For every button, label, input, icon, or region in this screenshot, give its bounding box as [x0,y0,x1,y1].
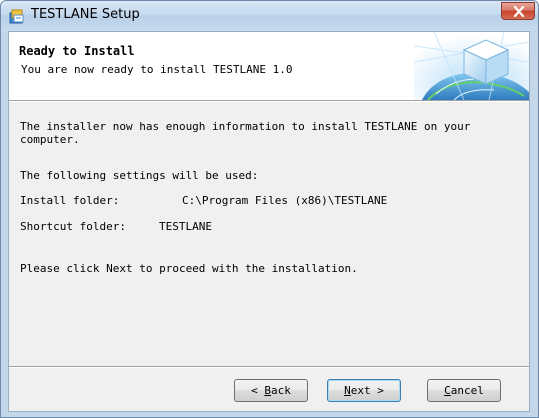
next-button[interactable]: Next > [327,379,401,402]
cancel-button-mnemonic: C [444,384,451,397]
shortcut-folder-value: TESTLANE [159,220,212,233]
settings-heading: The following settings will be used: [20,169,259,182]
installer-app-icon [9,8,25,24]
page-subtitle: You are now ready to install TESTLANE 1.… [21,63,293,76]
close-icon [513,6,525,17]
next-button-mnemonic: N [344,384,351,397]
dialog-client-area: Ready to Install You are now ready to in… [8,31,530,412]
wizard-header: Ready to Install You are now ready to in… [9,32,529,101]
install-folder-value: C:\Program Files (x86)\TESTLANE [182,194,388,207]
page-title: Ready to Install [19,44,135,58]
footer-separator-highlight [9,367,529,368]
back-button-rest: ack [271,384,291,397]
header-divider [9,101,529,102]
window-title: TESTLANE Setup [31,7,140,22]
intro-text-line-1: The installer now has enough information… [20,120,471,133]
installer-globe-graphic [414,32,529,100]
proceed-instruction: Please click Next to proceed with the in… [20,262,358,275]
intro-text-line-2: computer. [20,133,80,146]
next-button-rest: ext > [350,384,384,397]
setup-window: TESTLANE Setup Ready to Install You are … [0,0,539,418]
title-bar[interactable]: TESTLANE Setup [1,1,538,31]
install-folder-label: Install folder: [20,194,120,207]
cancel-button-rest: ancel [450,384,484,397]
back-button[interactable]: < Back [234,379,308,402]
shortcut-folder-label: Shortcut folder: [20,220,126,233]
cancel-button[interactable]: Cancel [427,379,501,402]
back-button-mnemonic: B [264,384,271,397]
close-button[interactable] [501,2,535,20]
back-button-prefix: < [251,384,265,397]
